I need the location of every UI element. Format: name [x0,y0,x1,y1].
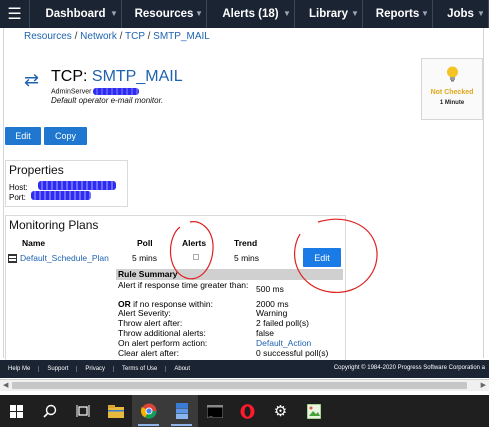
footer-help-link[interactable]: Help Me [0,366,40,372]
breadcrumb-smtp-mail[interactable]: SMTP_MAIL [153,31,210,42]
rule-label: Throw additional alerts: [118,328,206,338]
schedule-grid-icon [8,254,17,263]
swap-arrows-icon: ⇄ [24,70,40,90]
chevron-down-icon: ▼ [351,9,359,18]
edit-button[interactable]: Edit [5,127,41,145]
host-label: Host: [9,183,28,192]
title-prefix: TCP: [51,68,88,85]
footer-terms-link[interactable]: Terms of Use [114,366,167,372]
rule-value: Warning [256,308,288,318]
windows-taskbar: _ ⚙ [0,395,489,427]
lightbulb-icon [447,66,458,82]
svg-text:_: _ [209,410,213,417]
breadcrumb-tcp[interactable]: TCP [125,31,145,42]
scrollbar-thumb[interactable] [12,382,467,389]
main-content: Resources / Network / TCP / SMTP_MAIL ⇄ … [3,28,484,360]
rule-value: 2 failed poll(s) [256,318,309,328]
nav-resources[interactable]: Resources ▼ [122,0,207,28]
redaction-scribble [93,88,140,95]
scroll-right-icon[interactable]: ▶ [481,381,486,389]
server-line: AdminServer [51,88,140,96]
status-card: Not Checked 1 Minute [421,58,483,120]
opera-icon[interactable] [231,395,264,427]
footer-copyright: Copyright © 1984-2020 Progress Software … [333,365,485,371]
rule-label: Clear alert after: [118,348,179,358]
rule-value: false [256,328,274,338]
nav-dashboard[interactable]: Dashboard ▼ [30,0,122,28]
rule-value: 0 successful poll(s) [256,348,329,358]
rule-summary-header: Rule Summary [116,269,343,280]
nav-reports-label: Reports [375,8,420,20]
chevron-down-icon: ▼ [421,9,429,18]
resource-description: Default operator e-mail monitor. [51,96,164,105]
chrome-icon[interactable] [132,395,165,427]
plan-poll: 5 mins [132,253,158,263]
column-header-trend[interactable]: Trend [234,238,257,248]
footer-privacy-link[interactable]: Privacy [77,366,115,372]
task-view-icon[interactable] [66,395,99,427]
nav-alerts[interactable]: Alerts (18) ▼ [207,0,295,28]
column-header-poll[interactable]: Poll [137,238,153,248]
footer-about-link[interactable]: About [166,366,198,372]
scroll-left-icon[interactable]: ◀ [3,381,8,389]
nav-library[interactable]: Library ▼ [295,0,363,28]
nav-reports[interactable]: Reports ▼ [363,0,433,28]
horizontal-scrollbar[interactable]: ◀ ▶ [0,379,489,391]
breadcrumb-network[interactable]: Network [80,31,117,42]
nav-jobs-label: Jobs [447,8,474,20]
rule-label: On alert perform action: [118,338,208,348]
port-label: Port: [9,193,26,202]
file-explorer-icon[interactable] [99,395,132,427]
plan-trend: 5 mins [234,253,260,263]
default-action-link[interactable]: Default_Action [256,339,311,348]
status-interval: 1 Minute [439,100,465,106]
page-footer: Help Me Support Privacy Terms of Use Abo… [0,360,489,378]
redaction-scribble [38,181,116,190]
server-app-icon[interactable] [165,395,198,427]
window-edge [0,427,489,443]
page-title: TCP: SMTP_MAIL [51,68,183,86]
nav-resources-label: Resources [134,8,194,20]
image-viewer-icon[interactable] [297,395,330,427]
nav-alerts-label: Alerts (18) [222,8,279,20]
redaction-scribble [31,191,91,200]
chevron-down-icon: ▼ [477,9,485,18]
search-icon[interactable] [33,395,66,427]
column-header-name[interactable]: Name [22,238,45,248]
plan-name-link[interactable]: Default_Schedule_Plan [20,253,109,263]
chevron-down-icon: ▼ [195,9,203,18]
breadcrumb: Resources / Network / TCP / SMTP_MAIL [24,31,210,42]
resource-name: SMTP_MAIL [91,68,183,85]
alerts-checkbox[interactable] [193,254,199,260]
chevron-down-icon: ▼ [110,9,118,18]
server-name: AdminServer [51,88,92,96]
monitoring-plans-title: Monitoring Plans [9,218,99,232]
top-navigation: ☰ Dashboard ▼ Resources ▼ Alerts (18) ▼ Lib… [0,0,489,28]
copy-button[interactable]: Copy [44,127,87,145]
rule-label: Alert Severity: [118,308,171,318]
chevron-down-icon: ▼ [283,9,291,18]
properties-title: Properties [9,163,64,177]
windows-start-icon[interactable] [0,395,33,427]
status-label: Not Checked [430,89,474,96]
rule-value: 500 ms [256,284,284,294]
hamburger-menu-icon[interactable]: ☰ [0,0,30,28]
breadcrumb-resources[interactable]: Resources [24,31,72,42]
nav-library-label: Library [309,8,348,20]
footer-support-link[interactable]: Support [39,366,78,372]
nav-jobs[interactable]: Jobs ▼ [433,0,489,28]
plan-edit-button[interactable]: Edit [303,248,341,267]
terminal-icon[interactable]: _ [198,395,231,427]
column-header-alerts[interactable]: Alerts [182,238,206,248]
rule-label: Throw alert after: [118,318,183,328]
nav-dashboard-label: Dashboard [45,8,106,20]
settings-gear-icon[interactable]: ⚙ [264,395,297,427]
rule-label: Alert if response time greater than: [118,280,249,290]
